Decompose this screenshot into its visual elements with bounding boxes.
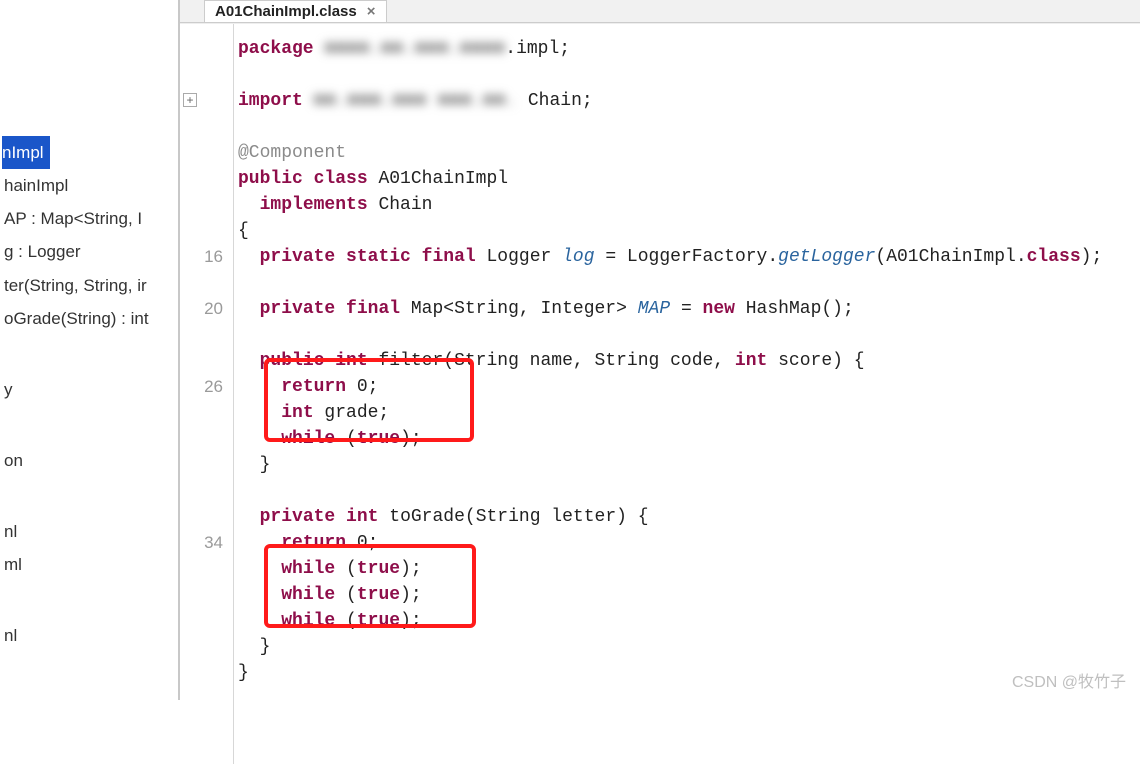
code-area[interactable]: package ■■■■.■■.■■■.■■■■.impl; import ■■… xyxy=(234,24,1140,764)
expand-icon[interactable]: + xyxy=(183,93,197,107)
sidebar-item[interactable]: ter(String, String, ir xyxy=(2,269,176,302)
sidebar-item[interactable]: nl xyxy=(2,515,176,548)
sidebar-item[interactable]: hainImpl xyxy=(2,169,176,202)
sidebar-item[interactable]: oGrade(String) : int xyxy=(2,302,176,335)
sidebar-item[interactable]: on xyxy=(2,444,176,477)
code-editor[interactable]: + 16 20 26 34 xyxy=(180,23,1140,764)
watermark: CSDN @牧竹子 xyxy=(1012,668,1126,692)
sidebar-item[interactable]: g : Logger xyxy=(2,235,176,268)
sidebar-item-selected[interactable]: nImpl xyxy=(2,136,50,169)
sidebar-item[interactable]: ml xyxy=(2,548,176,581)
tab-title: A01ChainImpl.class xyxy=(215,3,357,20)
editor-tab[interactable]: A01ChainImpl.class × xyxy=(204,0,387,22)
outline-sidebar: nImpl hainImpl AP : Map<String, I g : Lo… xyxy=(0,0,180,700)
editor-tabbar: A01ChainImpl.class × xyxy=(180,0,1140,23)
close-icon[interactable]: × xyxy=(367,3,376,20)
line-gutter: + 16 20 26 34 xyxy=(180,24,234,764)
sidebar-item[interactable]: nl xyxy=(2,619,176,652)
sidebar-item[interactable]: AP : Map<String, I xyxy=(2,202,176,235)
sidebar-item[interactable]: y xyxy=(2,373,176,406)
